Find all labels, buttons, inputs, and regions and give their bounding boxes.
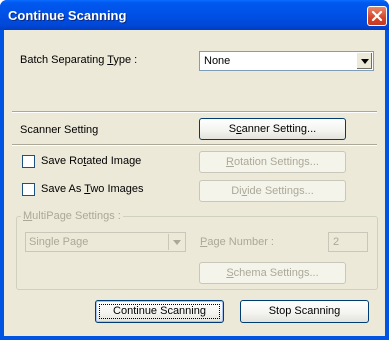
batch-separating-type-value: None (204, 55, 231, 67)
rotation-settings-button[interactable]: Rotation Settings... (199, 151, 346, 173)
separator (12, 111, 377, 113)
save-rotated-image-checkbox[interactable] (22, 155, 35, 168)
separator (12, 144, 377, 146)
window-title: Continue Scanning (8, 8, 127, 23)
close-button[interactable] (367, 6, 387, 26)
scanner-setting-label: Scanner Setting (20, 124, 99, 136)
dialog-window: Continue Scanning Batch Separating Type … (0, 0, 389, 340)
multipage-mode-select[interactable]: Single Page (25, 232, 186, 252)
multipage-dropdown-button[interactable] (168, 234, 184, 250)
chevron-down-icon (361, 59, 369, 64)
scanner-setting-button[interactable]: Scanner Setting... (199, 118, 346, 140)
multipage-mode-value: Single Page (29, 236, 89, 248)
batch-separating-type-label: Batch Separating Type : (20, 54, 138, 66)
focus-rect (99, 304, 220, 319)
dialog-body: Batch Separating Type : None Scanner Set… (4, 30, 385, 336)
title-bar[interactable]: Continue Scanning (0, 0, 389, 30)
save-as-two-images-checkbox[interactable] (22, 183, 35, 196)
save-rotated-image-label: Save Rotated Image (41, 155, 142, 167)
batch-dropdown-button[interactable] (356, 53, 372, 69)
divide-settings-button[interactable]: Divide Settings... (199, 180, 346, 202)
schema-settings-button[interactable]: Schema Settings... (199, 262, 346, 284)
continue-scanning-button[interactable]: Continue Scanning (95, 300, 224, 323)
save-as-two-images-label: Save As Two Images (41, 183, 144, 195)
stop-scanning-button[interactable]: Stop Scanning (240, 300, 369, 323)
page-number-label: Page Number : (200, 236, 274, 248)
close-icon (371, 10, 383, 22)
stop-scanning-label: Stop Scanning (268, 305, 341, 317)
multipage-settings-legend: MultiPage Settings : (21, 210, 123, 222)
page-number-value: 2 (333, 236, 340, 248)
page-number-input[interactable]: 2 (328, 232, 368, 252)
batch-separating-type-select[interactable]: None (199, 51, 374, 71)
chevron-down-icon (173, 240, 181, 245)
